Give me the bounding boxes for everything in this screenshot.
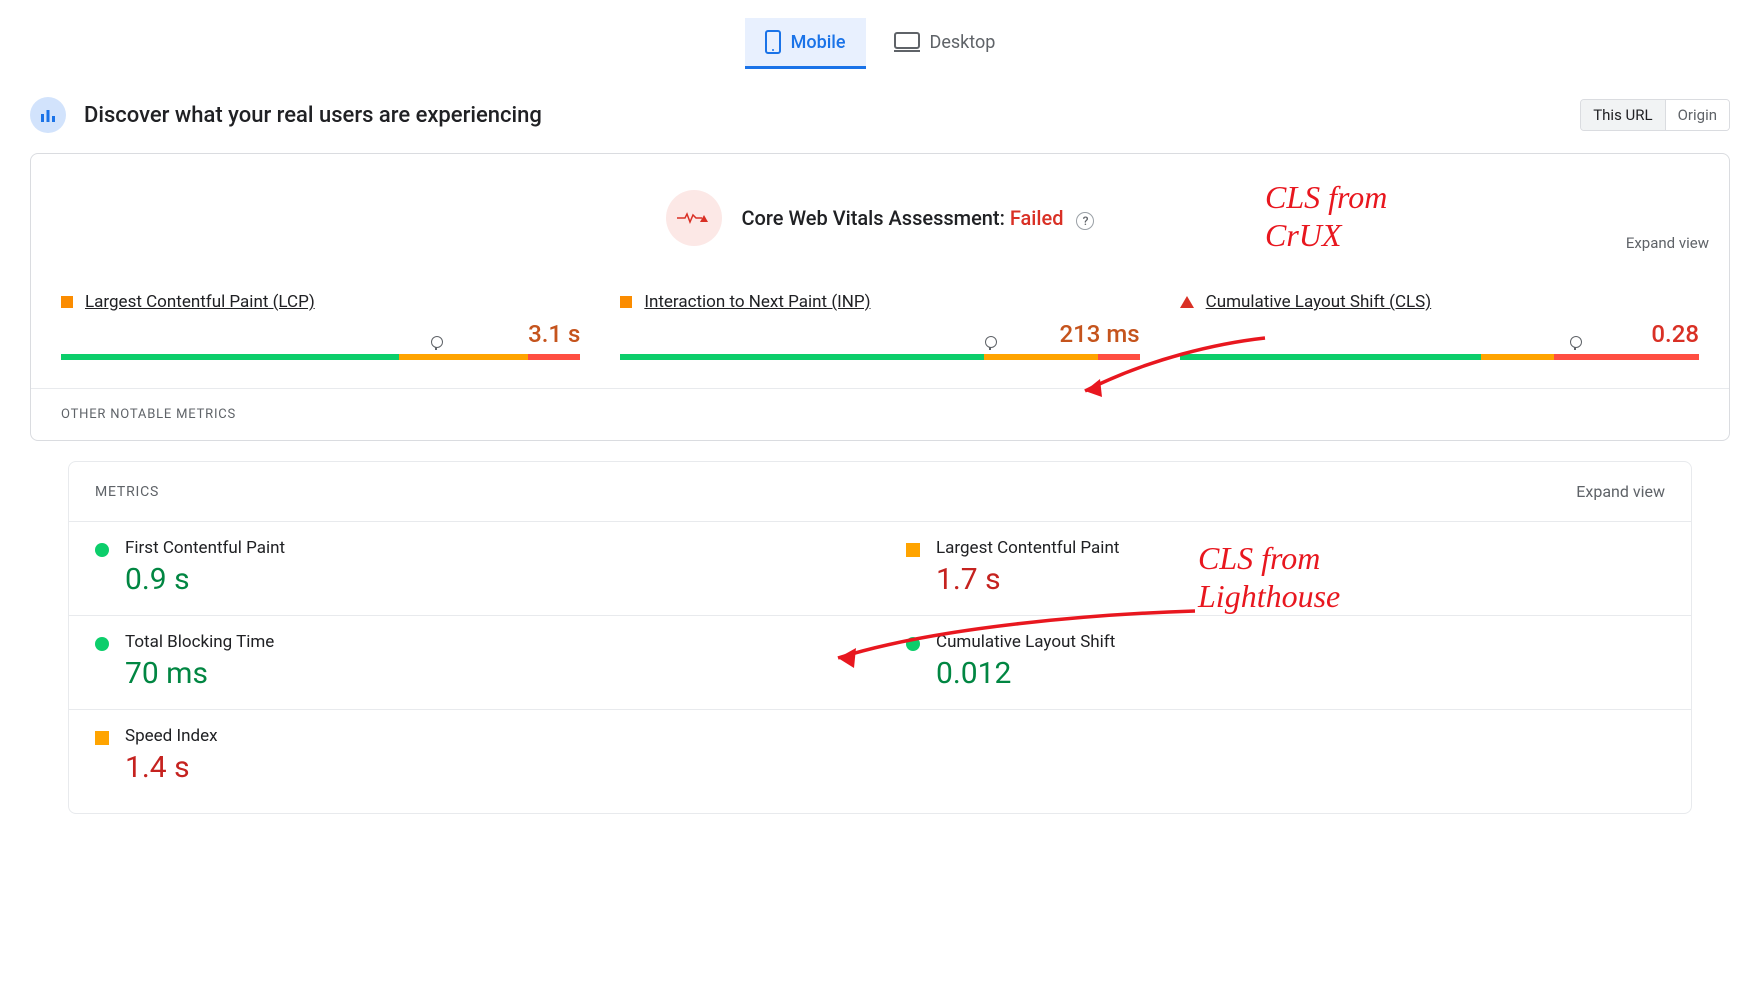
assessment-row: Core Web Vitals Assessment: Failed ? Exp… (31, 154, 1729, 252)
core-web-vitals-card: Core Web Vitals Assessment: Failed ? Exp… (30, 153, 1730, 441)
tab-mobile[interactable]: Mobile (745, 18, 866, 69)
metric-tbt-name: Total Blocking Time (125, 632, 274, 652)
desktop-icon (894, 32, 920, 52)
annotation-lighthouse: CLS from Lighthouse (1198, 539, 1340, 616)
metrics-title: METRICS (95, 484, 159, 500)
discover-title: Discover what your real users are experi… (84, 103, 542, 128)
tab-mobile-label: Mobile (791, 32, 846, 53)
metric-si-name: Speed Index (125, 726, 218, 746)
discover-header: Discover what your real users are experi… (0, 69, 1760, 133)
metrics-grid: First Contentful Paint 0.9 s Largest Con… (69, 522, 1691, 803)
help-icon[interactable]: ? (1076, 212, 1094, 230)
metric-lcp-value: 1.7 s (936, 562, 1119, 597)
needs-improvement-icon (61, 296, 73, 308)
good-icon (95, 637, 109, 651)
tab-desktop-label: Desktop (930, 32, 996, 53)
needs-improvement-icon (620, 296, 632, 308)
good-icon (906, 637, 920, 651)
assessment-badge-icon (666, 190, 722, 246)
vital-cls-value: 0.28 (1180, 320, 1699, 348)
metric-cls-name: Cumulative Layout Shift (936, 632, 1115, 652)
metric-si: Speed Index 1.4 s (69, 710, 880, 803)
vital-inp-bar (620, 354, 1139, 360)
annotation-crux: CLS from CrUX (1265, 178, 1387, 255)
scope-origin[interactable]: Origin (1665, 100, 1729, 130)
other-metrics-label: OTHER NOTABLE METRICS (31, 389, 1729, 440)
metric-fcp-value: 0.9 s (125, 562, 285, 597)
vital-lcp-name[interactable]: Largest Contentful Paint (LCP) (85, 292, 315, 312)
vital-cls-bar (1180, 354, 1699, 360)
assessment-label: Core Web Vitals Assessment: (742, 206, 1005, 230)
vital-lcp-value: 3.1 s (61, 320, 580, 348)
metric-lcp-name: Largest Contentful Paint (936, 538, 1119, 558)
vital-lcp-bar (61, 354, 580, 360)
metric-tbt: Total Blocking Time 70 ms (69, 616, 880, 710)
metric-fcp-name: First Contentful Paint (125, 538, 285, 558)
tab-desktop[interactable]: Desktop (874, 18, 1016, 69)
assessment-text: Core Web Vitals Assessment: Failed ? (742, 206, 1095, 230)
metric-cls-value: 0.012 (936, 656, 1115, 691)
metric-empty (880, 710, 1691, 803)
vital-inp-name[interactable]: Interaction to Next Paint (INP) (644, 292, 870, 312)
mobile-icon (765, 30, 781, 54)
metrics-expand-link[interactable]: Expand view (1576, 482, 1665, 501)
metric-tbt-value: 70 ms (125, 656, 274, 691)
vital-cls-name[interactable]: Cumulative Layout Shift (CLS) (1206, 292, 1432, 312)
vitals-grid: Largest Contentful Paint (LCP) 3.1 s Int… (31, 252, 1729, 389)
metric-cls: Cumulative Layout Shift 0.012 (880, 616, 1691, 710)
scope-this-url[interactable]: This URL (1581, 100, 1664, 130)
lighthouse-metrics-card: METRICS Expand view First Contentful Pai… (68, 461, 1692, 814)
vital-inp-value: 213 ms (620, 320, 1139, 348)
poor-icon (1180, 296, 1194, 308)
discover-icon (30, 97, 66, 133)
vital-inp: Interaction to Next Paint (INP) 213 ms (620, 292, 1139, 360)
assessment-status: Failed (1010, 206, 1064, 230)
needs-improvement-icon (906, 543, 920, 557)
scope-toggle: This URL Origin (1580, 99, 1730, 131)
metric-si-value: 1.4 s (125, 750, 218, 785)
vital-cls: Cumulative Layout Shift (CLS) 0.28 (1180, 292, 1699, 360)
expand-view-link[interactable]: Expand view (1626, 234, 1709, 252)
needs-improvement-icon (95, 731, 109, 745)
device-tabs: Mobile Desktop (0, 0, 1760, 69)
metric-fcp: First Contentful Paint 0.9 s (69, 522, 880, 616)
good-icon (95, 543, 109, 557)
vital-lcp: Largest Contentful Paint (LCP) 3.1 s (61, 292, 580, 360)
